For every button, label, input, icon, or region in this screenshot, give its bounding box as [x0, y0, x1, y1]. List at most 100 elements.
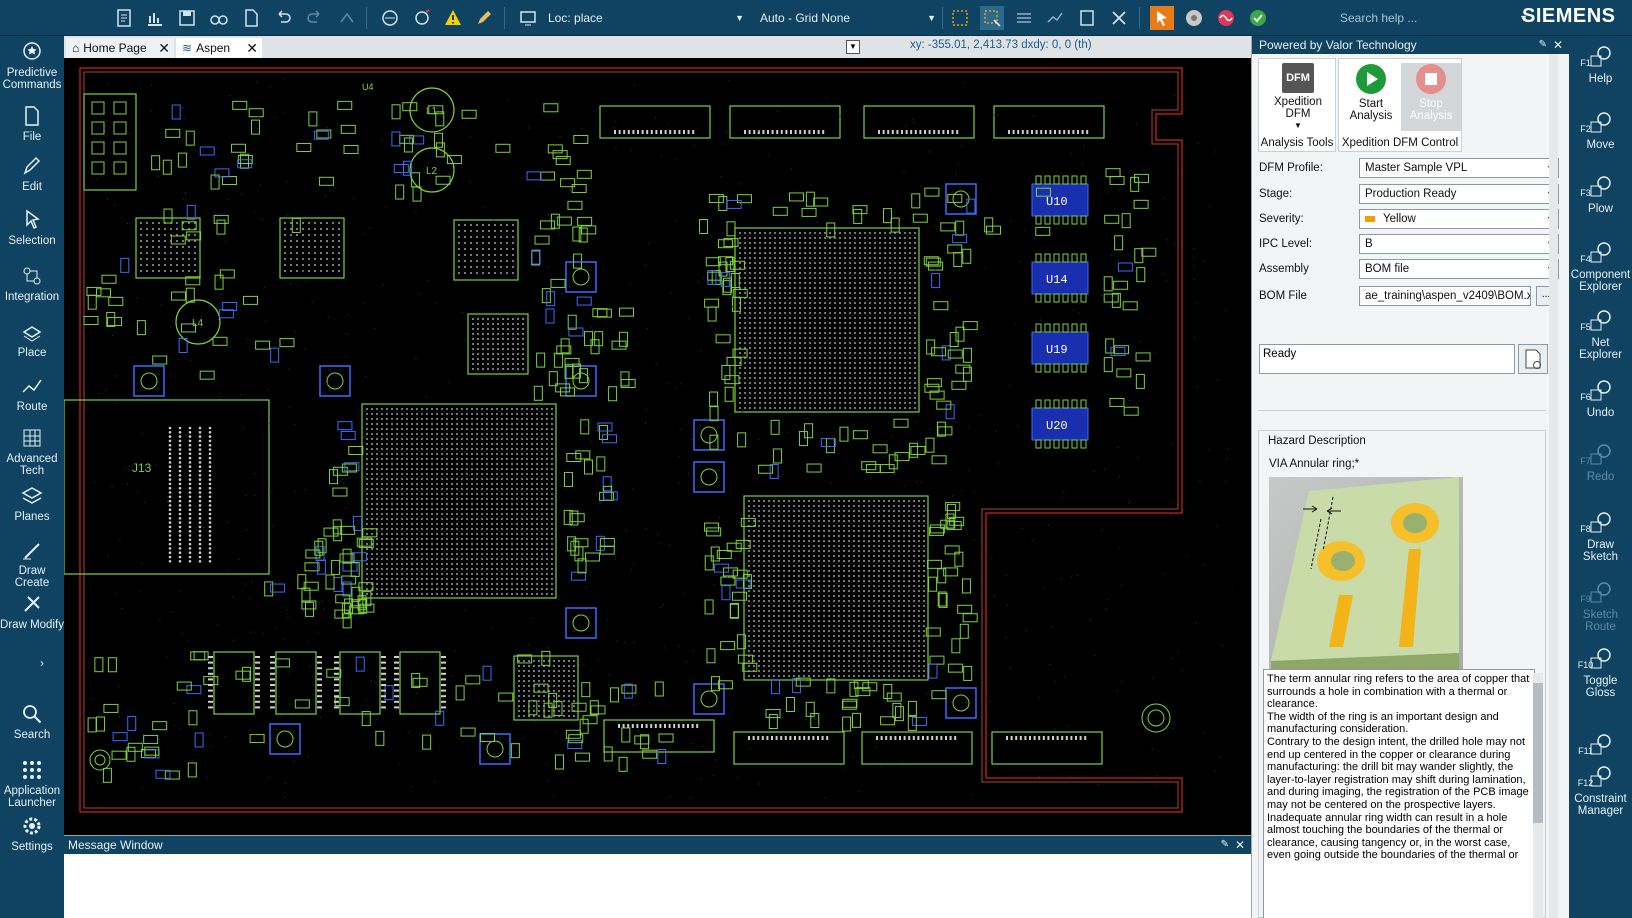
- undo-icon[interactable]: [271, 6, 295, 30]
- sheet-icon[interactable]: [1075, 6, 1099, 30]
- warning-icon[interactable]: [441, 6, 465, 30]
- fkey-f8[interactable]: F8 Draw Sketch: [1569, 510, 1632, 563]
- analysis-tools-group: DFM Xpedition DFM ▼ Analysis Tools: [1258, 58, 1336, 152]
- hazard-description: Hazard Description VIA Annular ring;* Th…: [1258, 430, 1546, 918]
- search-help-input[interactable]: Search help ... ▼: [1340, 8, 1528, 28]
- grid-icon: [23, 761, 41, 779]
- signal-icon[interactable]: [1214, 6, 1238, 30]
- nav-edit[interactable]: Edit: [0, 154, 64, 210]
- fkey-f9[interactable]: F9 Sketch Route: [1569, 580, 1632, 633]
- nav-draw-create[interactable]: Draw Create: [0, 538, 64, 594]
- nav-search[interactable]: Search: [0, 702, 64, 758]
- fkey-icon: [1590, 242, 1611, 263]
- tab-list-dropdown[interactable]: ▼: [846, 40, 860, 54]
- bom-file-field[interactable]: ae_training\aspen_v2409\BOM.xls: [1359, 286, 1531, 306]
- pin-icon[interactable]: ✎: [1221, 836, 1229, 854]
- nav-predictive-commands[interactable]: Predictive Commands: [0, 40, 64, 96]
- close-icon[interactable]: ✕: [158, 40, 170, 57]
- disk-icon[interactable]: [1182, 6, 1206, 30]
- pencil-edit-icon[interactable]: [472, 6, 496, 30]
- report-icon[interactable]: [112, 6, 136, 30]
- nav-route[interactable]: Route: [0, 374, 64, 430]
- pin-icon[interactable]: ✎: [1539, 36, 1547, 54]
- repeat-icon[interactable]: [335, 6, 359, 30]
- redo-icon[interactable]: [303, 6, 327, 30]
- dfm-panel-header: Powered by Valor Technology ✎ ✕: [1252, 36, 1569, 54]
- pointer-icon[interactable]: [1150, 6, 1174, 30]
- nav-integration[interactable]: Integration: [0, 264, 64, 320]
- field-label: Stage:: [1259, 188, 1293, 200]
- nav-label: Selection: [8, 235, 56, 247]
- fkey-f4[interactable]: F4 Component Explorer: [1569, 240, 1632, 293]
- save-icon[interactable]: [175, 6, 199, 30]
- fkey-f7[interactable]: F7 Redo: [1569, 442, 1632, 483]
- stop-analysis-button[interactable]: Stop Analysis: [1401, 63, 1461, 131]
- fkey-f10[interactable]: F10 Toggle Gloss: [1569, 646, 1632, 699]
- field-select[interactable]: Production Ready▼: [1359, 184, 1559, 204]
- field-label: DFM Profile:: [1259, 162, 1323, 174]
- nav-planes[interactable]: Planes: [0, 484, 64, 540]
- tab-aspen[interactable]: ≋ Aspen ✕: [176, 38, 262, 58]
- close-icon[interactable]: ✕: [246, 40, 258, 57]
- tab-home-page[interactable]: ⌂ Home Page ✕: [66, 38, 174, 58]
- panel-scrollbar[interactable]: [1549, 54, 1558, 918]
- layer-combo[interactable]: Loc: place ▼: [548, 8, 744, 28]
- fkey-f11[interactable]: F11: [1569, 732, 1632, 761]
- pcb-layout[interactable]: J13U10U14U19U20L1L2L4U4: [63, 58, 1251, 835]
- nav-advanced-tech[interactable]: Advanced Tech: [0, 426, 64, 482]
- field-select[interactable]: BOM file▼: [1359, 259, 1559, 279]
- fkey-label: Toggle Gloss: [1583, 675, 1618, 699]
- fkey-f5[interactable]: F5 Net Explorer: [1569, 308, 1632, 361]
- document-icon[interactable]: [239, 6, 263, 30]
- layer-display-icon[interactable]: [516, 6, 540, 30]
- document-area: ⌂ Home Page ✕ ≋ Aspen ✕ ▼ xy: -355.01, 2…: [63, 36, 1251, 835]
- fkey-f6[interactable]: F6 Undo: [1569, 378, 1632, 419]
- dfm-panel: Powered by Valor Technology ✎ ✕ DFM Xped…: [1251, 36, 1569, 918]
- grid-combo[interactable]: Auto - Grid None ▼: [760, 8, 936, 28]
- stop-icon: [1416, 64, 1446, 94]
- select-area-icon[interactable]: [948, 6, 972, 30]
- pcb-canvas[interactable]: J13 U10 U14 U19 U20 L1 L2 L4 U4: [63, 58, 1251, 835]
- nav-file[interactable]: File: [0, 104, 64, 160]
- nav-application-launcher[interactable]: Application Launcher: [0, 758, 64, 814]
- close-icon[interactable]: ✕: [1553, 36, 1563, 54]
- tab-label: Aspen: [196, 41, 231, 55]
- fkey-f3[interactable]: F3 Plow: [1569, 174, 1632, 215]
- field-select[interactable]: B▼: [1359, 234, 1559, 254]
- view-report-button[interactable]: [1518, 344, 1548, 374]
- fkey-label: Plow: [1588, 203, 1613, 215]
- cursor-icon: [26, 209, 40, 230]
- constraint-icon[interactable]: [410, 6, 434, 30]
- nav-settings[interactable]: Settings: [0, 814, 64, 870]
- field-select[interactable]: Yellow▼: [1359, 209, 1559, 229]
- nav-label: Planes: [14, 511, 50, 523]
- fkey-f12[interactable]: F12 Constraint Manager: [1569, 764, 1632, 817]
- select-mode-icon[interactable]: [980, 6, 1004, 30]
- binoculars-icon[interactable]: [207, 6, 231, 30]
- fkey-f1[interactable]: F1 Help: [1569, 44, 1632, 85]
- display-control-icon[interactable]: [378, 6, 402, 30]
- field-label: IPC Level:: [1259, 238, 1313, 250]
- xpedition-dfm-button[interactable]: DFM Xpedition DFM ▼: [1268, 63, 1328, 131]
- fkey-f2[interactable]: F2 Move: [1569, 110, 1632, 151]
- field-label: Severity:: [1259, 213, 1304, 225]
- expand-nav-icon[interactable]: ›: [40, 656, 44, 670]
- start-analysis-button[interactable]: Start Analysis: [1341, 63, 1401, 131]
- dfm-control-group: Start Analysis Stop Analysis Xpedition D…: [1338, 58, 1462, 152]
- hazard-text: The term annular ring refers to the area…: [1263, 669, 1535, 918]
- tools-icon[interactable]: [1107, 6, 1131, 30]
- field-select[interactable]: Master Sample VPL▼: [1359, 158, 1559, 178]
- chart-report-icon[interactable]: [143, 6, 167, 30]
- route-filter2-icon[interactable]: [1043, 6, 1067, 30]
- nav-draw-modify[interactable]: Draw Modify: [0, 592, 64, 648]
- nav-label: Integration: [4, 291, 60, 303]
- nav-place[interactable]: Place: [0, 320, 64, 376]
- group-caption: Xpedition DFM Control: [1341, 137, 1459, 149]
- fkey-icon: [1590, 380, 1611, 401]
- hazard-scrollbar[interactable]: [1533, 673, 1543, 918]
- check-icon[interactable]: [1246, 6, 1270, 30]
- close-icon[interactable]: ✕: [1235, 836, 1245, 854]
- nav-selection[interactable]: Selection: [0, 208, 64, 264]
- fkey-label: Undo: [1586, 407, 1615, 419]
- route-filter-icon[interactable]: [1012, 6, 1036, 30]
